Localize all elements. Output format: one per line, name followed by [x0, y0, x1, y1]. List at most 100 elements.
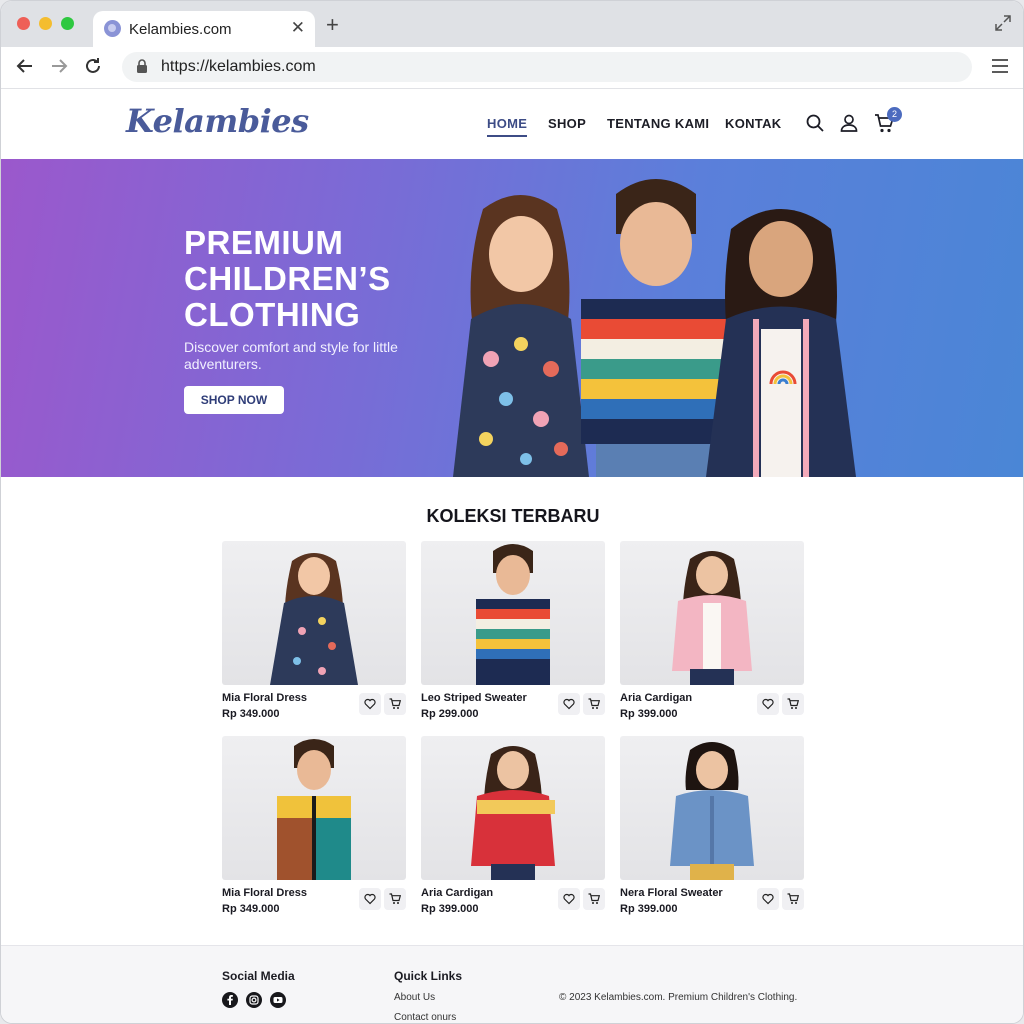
- cart-icon: [389, 698, 401, 709]
- child-floral-dress-figure: [453, 195, 589, 477]
- footer-link-contact[interactable]: Contact onurs: [394, 1012, 456, 1023]
- footer-links-title: Quick Links: [394, 969, 463, 983]
- heart-icon: [762, 698, 774, 710]
- add-to-cart-button[interactable]: [782, 888, 804, 910]
- hero-title: PREMIUM CHILDREN’S CLOTHING: [184, 225, 464, 333]
- product-image[interactable]: [222, 541, 406, 685]
- product-price: Rp 399.000: [421, 903, 479, 915]
- cart-icon: [588, 893, 600, 904]
- reload-icon[interactable]: [83, 56, 103, 76]
- cart-count-badge: 2: [887, 107, 902, 122]
- favicon-icon: [104, 20, 121, 37]
- child-striped-sweater-figure: [581, 179, 731, 477]
- product-card[interactable]: Leo Striped Sweater Rp 299.000: [421, 541, 605, 720]
- lock-icon: [137, 59, 147, 73]
- product-photo-red-cardigan: [471, 746, 555, 880]
- product-name[interactable]: Aria Cardigan: [421, 887, 493, 899]
- youtube-icon[interactable]: [270, 992, 286, 1008]
- site-footer: Social Media Quick Links About Us Contac…: [1, 945, 1023, 1023]
- heart-icon: [364, 893, 376, 905]
- product-name[interactable]: Mia Floral Dress: [222, 692, 307, 704]
- add-to-cart-button[interactable]: [782, 693, 804, 715]
- product-image[interactable]: [421, 541, 605, 685]
- product-card[interactable]: Nera Floral Sweater Rp 399.000: [620, 736, 804, 915]
- close-window-button[interactable]: [17, 17, 30, 30]
- product-image[interactable]: [222, 736, 406, 880]
- hero-title-line: CLOTHING: [184, 296, 361, 333]
- hero-title-line: CHILDREN’S: [184, 260, 391, 297]
- wishlist-button[interactable]: [757, 888, 779, 910]
- browser-tab[interactable]: Kelambies.com ✕: [93, 11, 315, 47]
- back-icon[interactable]: [15, 56, 35, 76]
- footer-link-about[interactable]: About Us: [394, 992, 435, 1003]
- nav-tentang-kami[interactable]: TENTANG KAMI: [607, 116, 709, 131]
- collection-title: KOLEKSI TERBARU: [426, 506, 600, 526]
- minimize-window-button[interactable]: [39, 17, 52, 30]
- hero-subtitle: Discover comfort and style for little ad…: [184, 339, 398, 372]
- wishlist-button[interactable]: [558, 888, 580, 910]
- cart-icon: [389, 893, 401, 904]
- footer-social-title: Social Media: [222, 969, 295, 983]
- child-jacket-figure: [706, 209, 856, 477]
- cart-icon: [787, 893, 799, 904]
- product-price: Rp 299.000: [421, 708, 479, 720]
- product-card[interactable]: Aria Cardigan Rp 399.000: [620, 541, 804, 720]
- wishlist-button[interactable]: [757, 693, 779, 715]
- forward-icon[interactable]: [49, 56, 69, 76]
- browser-menu-icon[interactable]: [992, 59, 1008, 73]
- cart-icon: [588, 698, 600, 709]
- facebook-icon[interactable]: [222, 992, 238, 1008]
- maximize-window-button[interactable]: [61, 17, 74, 30]
- product-price: Rp 349.000: [222, 903, 280, 915]
- product-price: Rp 399.000: [620, 708, 678, 720]
- add-to-cart-button[interactable]: [583, 693, 605, 715]
- user-icon[interactable]: [840, 114, 858, 132]
- product-card[interactable]: Mia Floral Dress Rp 349.000: [222, 736, 406, 915]
- search-icon[interactable]: [806, 114, 824, 132]
- browser-window: Kelambies.com ✕ + https://kelambies.com: [0, 0, 1024, 1024]
- heart-icon: [364, 698, 376, 710]
- product-name[interactable]: Mia Floral Dress: [222, 887, 307, 899]
- add-to-cart-button[interactable]: [384, 888, 406, 910]
- add-to-cart-button[interactable]: [384, 693, 406, 715]
- product-card[interactable]: Aria Cardigan Rp 399.000: [421, 736, 605, 915]
- instagram-icon[interactable]: [246, 992, 262, 1008]
- product-name[interactable]: Aria Cardigan: [620, 692, 692, 704]
- product-image[interactable]: [620, 541, 804, 685]
- site-header: Kelambies HOME SHOP TENTANG KAMI KONTAK: [1, 89, 1023, 159]
- product-card[interactable]: Mia Floral Dress Rp 349.000: [222, 541, 406, 720]
- tab-close-icon[interactable]: ✕: [291, 18, 305, 38]
- product-photo-colorblock-jacket: [277, 739, 351, 880]
- tab-title: Kelambies.com: [129, 21, 232, 38]
- product-price: Rp 349.000: [222, 708, 280, 720]
- tab-bar: Kelambies.com ✕ +: [1, 1, 1023, 47]
- wishlist-button[interactable]: [359, 888, 381, 910]
- product-photo-striped-sweater: [476, 544, 550, 685]
- cart-icon: [787, 698, 799, 709]
- add-to-cart-button[interactable]: [583, 888, 605, 910]
- new-tab-button[interactable]: +: [326, 14, 339, 36]
- product-name[interactable]: Nera Floral Sweater: [620, 887, 723, 899]
- hero-banner: PREMIUM CHILDREN’S CLOTHING Discover com…: [1, 159, 1023, 477]
- heart-icon: [563, 893, 575, 905]
- shop-now-button[interactable]: SHOP NOW: [184, 386, 284, 414]
- product-image[interactable]: [620, 736, 804, 880]
- nav-home[interactable]: HOME: [487, 116, 528, 137]
- hero-title-line: PREMIUM: [184, 224, 344, 261]
- product-photo-floral-dress: [270, 553, 358, 685]
- product-image[interactable]: [421, 736, 605, 880]
- nav-shop[interactable]: SHOP: [548, 116, 586, 131]
- product-price: Rp 399.000: [620, 903, 678, 915]
- nav-kontak[interactable]: KONTAK: [725, 116, 781, 131]
- url-text: https://kelambies.com: [161, 58, 316, 75]
- product-photo-aria-cardigan: [672, 551, 752, 685]
- site-logo[interactable]: Kelambies: [126, 102, 309, 140]
- wishlist-button[interactable]: [558, 693, 580, 715]
- product-name[interactable]: Leo Striped Sweater: [421, 692, 527, 704]
- wishlist-button[interactable]: [359, 693, 381, 715]
- expand-icon[interactable]: [995, 15, 1011, 31]
- product-photo-blue-sweater: [670, 742, 754, 880]
- footer-copyright: © 2023 Kelambies.com. Premium Children's…: [559, 992, 798, 1003]
- hero-children-photo: [453, 179, 856, 477]
- url-field[interactable]: https://kelambies.com: [122, 52, 972, 82]
